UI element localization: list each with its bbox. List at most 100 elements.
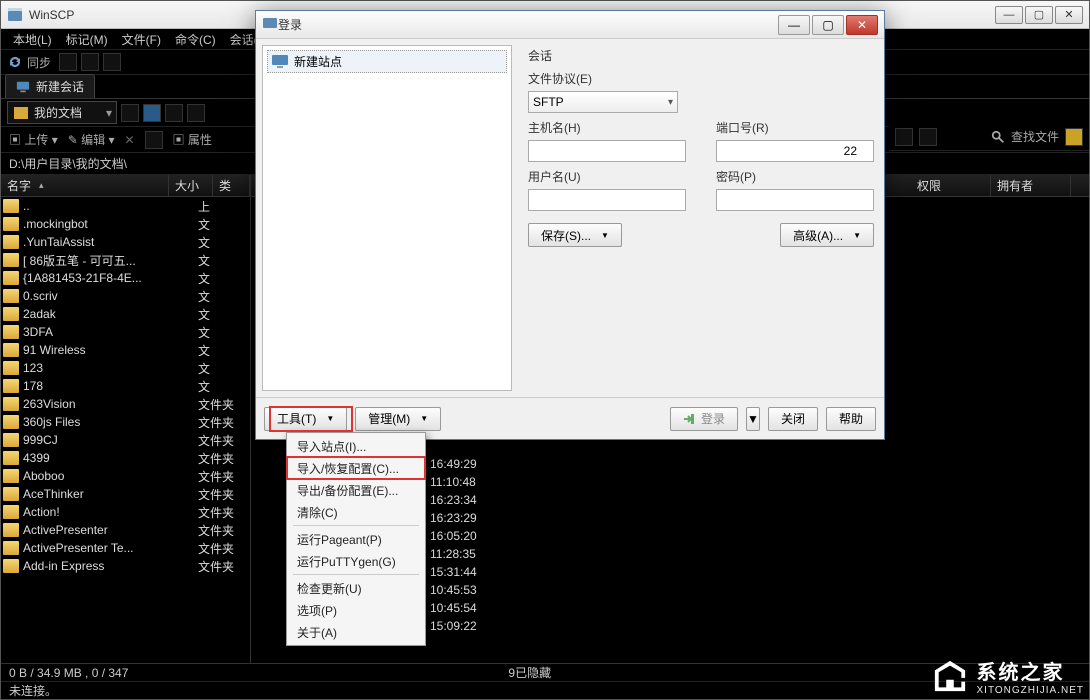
- toolbar-icon[interactable]: [145, 131, 163, 149]
- connection-bar: 未连接。: [1, 681, 1089, 699]
- minimize-button[interactable]: —: [995, 6, 1023, 24]
- dialog-titlebar[interactable]: 登录 — ▢ ✕: [256, 11, 884, 39]
- help-button[interactable]: 帮助: [826, 407, 876, 431]
- menu-local[interactable]: 本地(L): [7, 29, 58, 50]
- folder-icon: [3, 379, 19, 393]
- path-combo[interactable]: 我的文档: [7, 101, 117, 124]
- list-item[interactable]: 360js Files文件夹: [1, 413, 250, 431]
- toolbar-icon[interactable]: [1065, 128, 1083, 146]
- menu-command[interactable]: 命令(C): [169, 29, 222, 50]
- dialog-minimize[interactable]: —: [778, 15, 810, 35]
- menu-item[interactable]: 导入站点(I)...: [289, 435, 423, 457]
- list-item[interactable]: ActivePresenter Te...文件夹: [1, 539, 250, 557]
- advanced-button[interactable]: 高级(A)...: [780, 223, 874, 247]
- time-cell: 10:45:53: [430, 581, 477, 599]
- folder-icon: [3, 397, 19, 411]
- list-item[interactable]: 4399文件夹: [1, 449, 250, 467]
- nav-icon[interactable]: [187, 104, 205, 122]
- sync-button[interactable]: 同步: [7, 54, 51, 71]
- col-size[interactable]: 大小: [169, 175, 213, 196]
- find-files-button[interactable]: 查找文件: [991, 128, 1059, 145]
- folder-icon: [3, 343, 19, 357]
- nav-icon[interactable]: [121, 104, 139, 122]
- login-dropdown[interactable]: ▼: [746, 407, 760, 431]
- maximize-button[interactable]: ▢: [1025, 6, 1053, 24]
- list-item[interactable]: Action!文件夹: [1, 503, 250, 521]
- col-name[interactable]: 名字: [1, 175, 169, 196]
- tools-menu[interactable]: 导入站点(I)...导入/恢复配置(C)...导出/备份配置(E)...清除(C…: [286, 432, 426, 646]
- menu-separator: [293, 525, 419, 526]
- toolbar-icon[interactable]: [895, 128, 913, 146]
- session-group-label: 会话: [528, 47, 874, 64]
- menu-item[interactable]: 运行Pageant(P): [289, 528, 423, 550]
- folder-icon: [3, 361, 19, 375]
- port-input[interactable]: [716, 140, 874, 162]
- monitor-icon: [16, 80, 30, 94]
- save-button[interactable]: 保存(S)...: [528, 223, 622, 247]
- toolbar-icon[interactable]: [103, 53, 121, 71]
- list-item[interactable]: 91 Wireless文: [1, 341, 250, 359]
- time-cell: 11:28:35: [430, 545, 477, 563]
- dialog-title: 登录: [278, 16, 776, 33]
- password-input[interactable]: [716, 189, 874, 211]
- login-button[interactable]: 登录: [670, 407, 738, 431]
- folder-icon: [3, 469, 19, 483]
- menu-item[interactable]: 检查更新(U): [289, 577, 423, 599]
- menu-item[interactable]: 导入/恢复配置(C)...: [289, 457, 423, 479]
- watermark-title: 系统之家: [977, 656, 1085, 685]
- list-item[interactable]: AceThinker文件夹: [1, 485, 250, 503]
- list-item[interactable]: 2adak文: [1, 305, 250, 323]
- manage-button[interactable]: 管理(M): [355, 407, 441, 431]
- tools-button[interactable]: 工具(T): [264, 407, 347, 431]
- list-item[interactable]: .YunTaiAssist文: [1, 233, 250, 251]
- list-item[interactable]: 123文: [1, 359, 250, 377]
- list-item[interactable]: .mockingbot文: [1, 215, 250, 233]
- list-item[interactable]: [ 86版五笔 - 可可五...文: [1, 251, 250, 269]
- menu-item[interactable]: 关于(A): [289, 621, 423, 643]
- dialog-maximize[interactable]: ▢: [812, 15, 844, 35]
- edit-button[interactable]: ✎ 编辑 ▾: [68, 131, 115, 148]
- toolbar-icon[interactable]: [919, 128, 937, 146]
- folder-icon: [3, 235, 19, 249]
- conn-status: 未连接。: [9, 682, 57, 699]
- menu-item[interactable]: 选项(P): [289, 599, 423, 621]
- new-site-item[interactable]: 新建站点: [267, 50, 507, 73]
- file-list[interactable]: ..上.mockingbot文.YunTaiAssist文[ 86版五笔 - 可…: [1, 197, 250, 663]
- list-item[interactable]: ..上: [1, 197, 250, 215]
- list-item[interactable]: Add-in Express文件夹: [1, 557, 250, 575]
- user-input[interactable]: [528, 189, 686, 211]
- user-label: 用户名(U): [528, 168, 686, 185]
- close-dialog-button[interactable]: 关闭: [768, 407, 818, 431]
- toolbar-icon[interactable]: [59, 53, 77, 71]
- nav-icon[interactable]: [165, 104, 183, 122]
- menu-mark[interactable]: 标记(M): [60, 29, 114, 50]
- site-tree[interactable]: 新建站点: [262, 45, 512, 391]
- list-item[interactable]: 263Vision文件夹: [1, 395, 250, 413]
- list-item[interactable]: ActivePresenter文件夹: [1, 521, 250, 539]
- toolbar-icon[interactable]: [81, 53, 99, 71]
- list-item[interactable]: {1A881453-21F8-4E...文: [1, 269, 250, 287]
- menu-item[interactable]: 运行PuTTYgen(G): [289, 550, 423, 572]
- close-button[interactable]: ✕: [1055, 6, 1083, 24]
- tab-new-session[interactable]: 新建会话: [5, 74, 95, 98]
- host-input[interactable]: [528, 140, 686, 162]
- list-item[interactable]: 999CJ文件夹: [1, 431, 250, 449]
- dialog-close[interactable]: ✕: [846, 15, 878, 35]
- list-item[interactable]: Aboboo文件夹: [1, 467, 250, 485]
- list-item[interactable]: 178文: [1, 377, 250, 395]
- delete-icon[interactable]: ✕: [124, 133, 134, 147]
- list-item[interactable]: 3DFA文: [1, 323, 250, 341]
- folder-icon: [3, 253, 19, 267]
- col-type[interactable]: 类: [213, 175, 250, 196]
- menu-item[interactable]: 清除(C): [289, 501, 423, 523]
- col-perm[interactable]: 权限: [911, 175, 991, 196]
- menu-file[interactable]: 文件(F): [116, 29, 167, 50]
- filter-icon[interactable]: [143, 104, 161, 122]
- folder-icon: [3, 451, 19, 465]
- menu-item[interactable]: 导出/备份配置(E)...: [289, 479, 423, 501]
- col-owner[interactable]: 拥有者: [991, 175, 1071, 196]
- props-button[interactable]: ▣ 属性: [173, 131, 212, 148]
- upload-button[interactable]: ▣ 上传 ▾: [9, 131, 58, 148]
- list-item[interactable]: 0.scriv文: [1, 287, 250, 305]
- protocol-combo[interactable]: SFTP: [528, 91, 678, 113]
